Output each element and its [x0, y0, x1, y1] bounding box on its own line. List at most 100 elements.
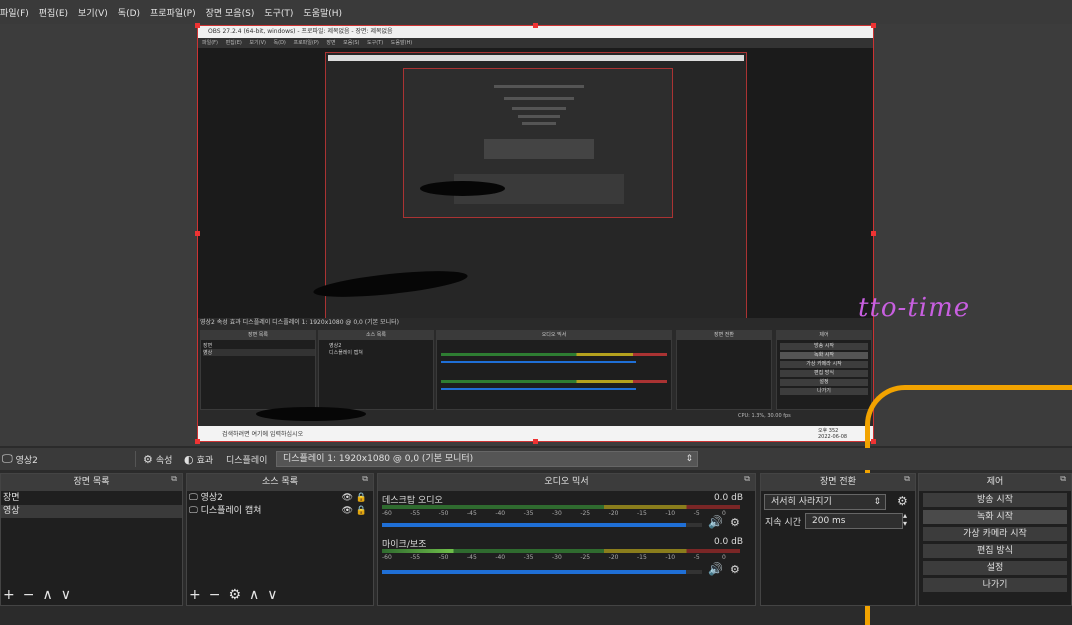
display-select[interactable]: 디스플레이 1: 1920x1080 @ 0,0 (기본 모니터) ⇕: [276, 451, 698, 467]
sources-title: 소스 목록: [187, 474, 373, 491]
nested-clock: 오후 352: [818, 428, 839, 434]
add-icon[interactable]: +: [3, 587, 15, 603]
meter-tick-label: -55: [410, 510, 421, 517]
lock-icon[interactable]: 🔒: [356, 505, 367, 518]
filters-button[interactable]: ◐ 효과: [184, 453, 213, 466]
spin-arrows-icon[interactable]: ▴ ▾: [903, 512, 907, 528]
meter-tick-label: -20: [608, 554, 619, 561]
redaction-mark: [256, 407, 366, 421]
gear-icon[interactable]: ⚙: [228, 587, 241, 603]
move-down-icon[interactable]: ∨: [61, 587, 71, 603]
mixer-channel-db: 0.0 dB: [713, 493, 743, 503]
studio-mode-button[interactable]: 편집 방식: [923, 544, 1067, 558]
start-streaming-button[interactable]: 방송 시작: [923, 493, 1067, 507]
menu-scene-collection[interactable]: 장면 모음(S): [206, 6, 255, 19]
nested-scene-bar: 영상2 속성 효과 디스플레이 디스플레이 1: 1920x1080 @ 0,0…: [200, 319, 399, 326]
transform-handle[interactable]: [533, 439, 538, 444]
menu-help[interactable]: 도움말(H): [303, 6, 342, 19]
sources-dock: 소스 목록 ⧉ 🖵 영상2 👁 🔒 🖵 디스플레이 캡쳐 👁 🔒 + − ⚙ ∧…: [186, 473, 374, 606]
menu-view[interactable]: 보기(V): [78, 6, 108, 19]
menu-edit[interactable]: 편집(E): [39, 6, 68, 19]
duration-spinbox[interactable]: 200 ms: [805, 513, 903, 529]
undock-icon[interactable]: ⧉: [171, 474, 177, 484]
divider: [135, 451, 136, 467]
speaker-icon[interactable]: 🔊: [708, 515, 723, 529]
undock-icon[interactable]: ⧉: [904, 474, 910, 484]
meter-tick-label: -55: [410, 554, 421, 561]
start-recording-button[interactable]: 녹화 시작: [923, 510, 1067, 524]
nested-control-button: 가상 카메라 시작: [780, 361, 868, 368]
menu-profile[interactable]: 프로파일(P): [150, 6, 196, 19]
nested-sources-title: 소스 목록: [319, 331, 433, 340]
filter-icon: ◐: [184, 452, 194, 466]
start-virtual-camera-button[interactable]: 가상 카메라 시작: [923, 527, 1067, 541]
nested-obs-capture[interactable]: OBS 27.2.4 (64-bit, windows) - 프로파일: 제목없…: [197, 25, 874, 442]
meter-tick-label: -50: [438, 554, 449, 561]
menu-dock[interactable]: 독(D): [118, 6, 140, 19]
gear-icon[interactable]: ⚙: [897, 494, 908, 508]
add-icon[interactable]: +: [189, 587, 201, 603]
nested-volume-slider: [441, 361, 636, 363]
updown-icon: ⇕: [685, 454, 693, 464]
remove-icon[interactable]: −: [23, 587, 35, 603]
volume-slider[interactable]: [382, 570, 702, 574]
menu-tools[interactable]: 도구(T): [264, 6, 293, 19]
remove-icon[interactable]: −: [209, 587, 221, 603]
nested-scene-item: 영상: [203, 349, 315, 356]
transform-handle[interactable]: [195, 23, 200, 28]
undock-icon[interactable]: ⧉: [362, 474, 368, 484]
meter-tick-label: -45: [467, 554, 477, 561]
nested-meter: [441, 380, 667, 383]
transform-handle[interactable]: [871, 231, 876, 236]
menu-file[interactable]: 파일(F): [0, 6, 29, 19]
nested-control-button: 방송 시작: [780, 343, 868, 350]
gear-icon[interactable]: ⚙: [730, 563, 740, 576]
transform-handle[interactable]: [533, 23, 538, 28]
volume-slider[interactable]: [382, 523, 702, 527]
meter-tick-label: -35: [523, 554, 534, 561]
gear-icon: ⚙: [143, 452, 153, 466]
eye-icon[interactable]: 👁: [342, 492, 353, 505]
meter-tick-label: -25: [580, 510, 591, 517]
nested-control-button: 녹화 시작: [780, 352, 868, 359]
volume-fill: [382, 570, 686, 574]
sources-toolbar: + − ⚙ ∧ ∨: [187, 587, 278, 603]
eye-icon[interactable]: 👁: [342, 505, 353, 518]
meter-tick-label: -30: [552, 510, 562, 517]
lock-icon[interactable]: 🔒: [356, 492, 367, 505]
source-item-label: 영상2: [200, 493, 223, 503]
nested-source-item: 디스플레이 캡쳐: [329, 350, 363, 356]
nested-preview-level3: [403, 68, 673, 218]
transition-select-value: 서서히 사라지기: [771, 497, 832, 507]
move-up-icon[interactable]: ∧: [42, 587, 52, 603]
meter-tick-label: -60: [382, 554, 392, 561]
current-scene-name: 영상2: [15, 455, 38, 466]
meter-tick-label: -20: [608, 510, 619, 517]
transitions-title: 장면 전환: [761, 474, 915, 491]
transition-select[interactable]: 서서히 사라지기 ⇕: [764, 494, 886, 510]
transform-handle[interactable]: [195, 231, 200, 236]
monitor-icon: 🖵: [2, 452, 13, 465]
exit-button[interactable]: 나가기: [923, 578, 1067, 592]
move-up-icon[interactable]: ∧: [249, 587, 259, 603]
properties-button[interactable]: ⚙ 속성: [143, 453, 172, 466]
speaker-icon[interactable]: 🔊: [708, 562, 723, 576]
nested-controls-title: 제어: [777, 331, 871, 340]
transform-handle[interactable]: [871, 23, 876, 28]
display-label: 디스플레이: [226, 455, 268, 466]
undock-icon[interactable]: ⧉: [1060, 474, 1066, 484]
meter-tick-label: -10: [665, 510, 676, 517]
properties-label: 속성: [155, 455, 173, 466]
source-item[interactable]: 🖵 영상2 👁 🔒: [187, 492, 373, 505]
nested-menu-bar: 파일(F) 편집(E) 보기(V) 독(D) 프로파일(P) 장면 모음(S) …: [198, 38, 873, 48]
transform-handle[interactable]: [195, 439, 200, 444]
source-item[interactable]: 🖵 디스플레이 캡쳐 👁 🔒: [187, 505, 373, 518]
move-down-icon[interactable]: ∨: [267, 587, 277, 603]
settings-button[interactable]: 설정: [923, 561, 1067, 575]
gear-icon[interactable]: ⚙: [730, 516, 740, 529]
scene-item[interactable]: 장면: [1, 492, 182, 505]
scene-item[interactable]: 영상: [1, 505, 182, 518]
undock-icon[interactable]: ⧉: [744, 474, 750, 484]
display-select-value: 디스플레이 1: 1920x1080 @ 0,0 (기본 모니터): [283, 454, 474, 464]
nested-mixer-title: 오디오 믹서: [437, 331, 671, 340]
